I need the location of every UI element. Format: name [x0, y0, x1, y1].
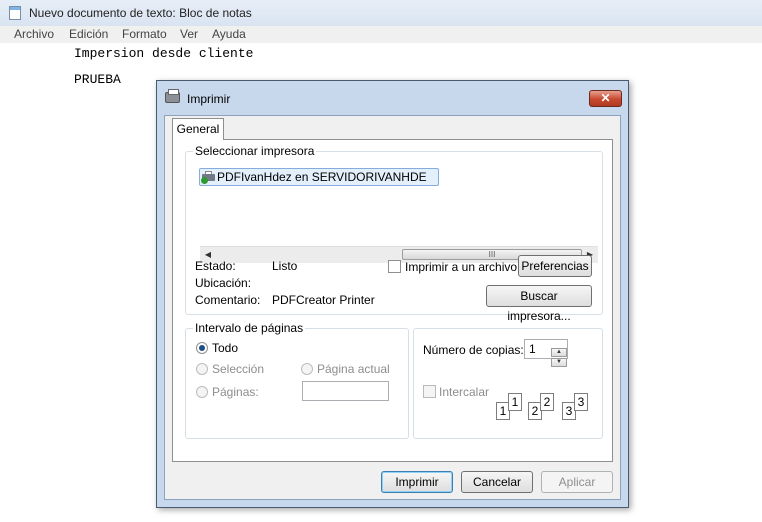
- printer-icon: [165, 89, 180, 103]
- collate-label[interactable]: Intercalar: [439, 385, 489, 399]
- copies-value: 1: [529, 342, 536, 356]
- menu-edicion[interactable]: Edición: [69, 27, 108, 41]
- copies-group: Número de copias: 1 Intercalar 1 1 2 2 3…: [413, 328, 603, 439]
- menu-ver[interactable]: Ver: [180, 27, 198, 41]
- printer-check-icon: [201, 171, 215, 184]
- copies-spinner[interactable]: ▲ ▼: [551, 348, 569, 368]
- radio-all[interactable]: [196, 342, 208, 354]
- print-dialog: Imprimir ✕ General Seleccionar impresora…: [156, 80, 629, 508]
- radio-current-page-label[interactable]: Página actual: [317, 362, 390, 376]
- notepad-titlebar: Nuevo documento de texto: Bloc de notas: [0, 0, 762, 26]
- collate-page-icon: 2: [540, 393, 554, 411]
- close-button[interactable]: ✕: [589, 90, 622, 107]
- editor-line: PRUEBA: [74, 72, 121, 87]
- printer-list[interactable]: PDFIvanHdez en SERVIDORIVANHDE ◀ III ▶: [193, 162, 598, 263]
- radio-selection-label[interactable]: Selección: [212, 362, 264, 376]
- page-range-group: Intervalo de páginas Todo Selección Pági…: [185, 321, 409, 439]
- collate-page-icon: 1: [508, 393, 522, 411]
- select-printer-group: Seleccionar impresora PDFIvanHdez en SER…: [185, 144, 603, 323]
- tab-general[interactable]: General: [172, 118, 224, 140]
- radio-selection[interactable]: [196, 363, 208, 375]
- preferences-button[interactable]: Preferencias: [518, 255, 592, 277]
- pages-input[interactable]: [302, 381, 389, 401]
- radio-pages[interactable]: [196, 386, 208, 398]
- radio-all-label[interactable]: Todo: [212, 341, 238, 355]
- radio-pages-label[interactable]: Páginas:: [212, 385, 259, 399]
- radio-current-page[interactable]: [301, 363, 313, 375]
- spin-up-arrow-icon[interactable]: ▲: [551, 348, 567, 357]
- menu-archivo[interactable]: Archivo: [14, 27, 54, 41]
- comentario-value: PDFCreator Printer: [272, 293, 375, 307]
- comentario-label: Comentario:: [195, 293, 261, 307]
- find-printer-button[interactable]: Buscar impresora...: [486, 285, 592, 323]
- print-to-file-label[interactable]: Imprimir a un archivo: [405, 260, 517, 274]
- ubicacion-label: Ubicación:: [195, 276, 252, 290]
- page-range-label: Intervalo de páginas: [193, 321, 306, 335]
- collate-page-icon: 3: [574, 393, 588, 411]
- spin-down-arrow-icon[interactable]: ▼: [551, 358, 567, 367]
- menu-ayuda[interactable]: Ayuda: [212, 27, 246, 41]
- collate-checkbox[interactable]: [423, 385, 436, 398]
- window-title: Nuevo documento de texto: Bloc de notas: [29, 6, 252, 20]
- editor-line: Impersion desde cliente: [74, 46, 254, 61]
- cancel-button[interactable]: Cancelar: [461, 471, 533, 493]
- estado-value: Listo: [272, 259, 298, 273]
- printer-name: PDFIvanHdez en SERVIDORIVANHDE: [217, 170, 427, 184]
- dialog-title: Imprimir: [187, 92, 231, 106]
- apply-button[interactable]: Aplicar: [541, 471, 613, 493]
- dialog-client-area: General Seleccionar impresora PDFIvanHde…: [164, 115, 621, 500]
- dialog-titlebar: Imprimir ✕: [157, 81, 628, 115]
- tab-panel-general: Seleccionar impresora PDFIvanHdez en SER…: [172, 139, 613, 462]
- notepad-menubar: Archivo Edición Formato Ver Ayuda: [0, 26, 762, 44]
- copies-label: Número de copias:: [423, 343, 524, 357]
- menu-formato[interactable]: Formato: [122, 27, 167, 41]
- select-printer-label: Seleccionar impresora: [193, 144, 317, 158]
- printer-list-item[interactable]: PDFIvanHdez en SERVIDORIVANHDE: [199, 168, 439, 186]
- estado-label: Estado:: [195, 259, 236, 273]
- notepad-icon: [9, 6, 21, 20]
- print-button[interactable]: Imprimir: [381, 471, 453, 493]
- print-to-file-checkbox[interactable]: [388, 260, 401, 273]
